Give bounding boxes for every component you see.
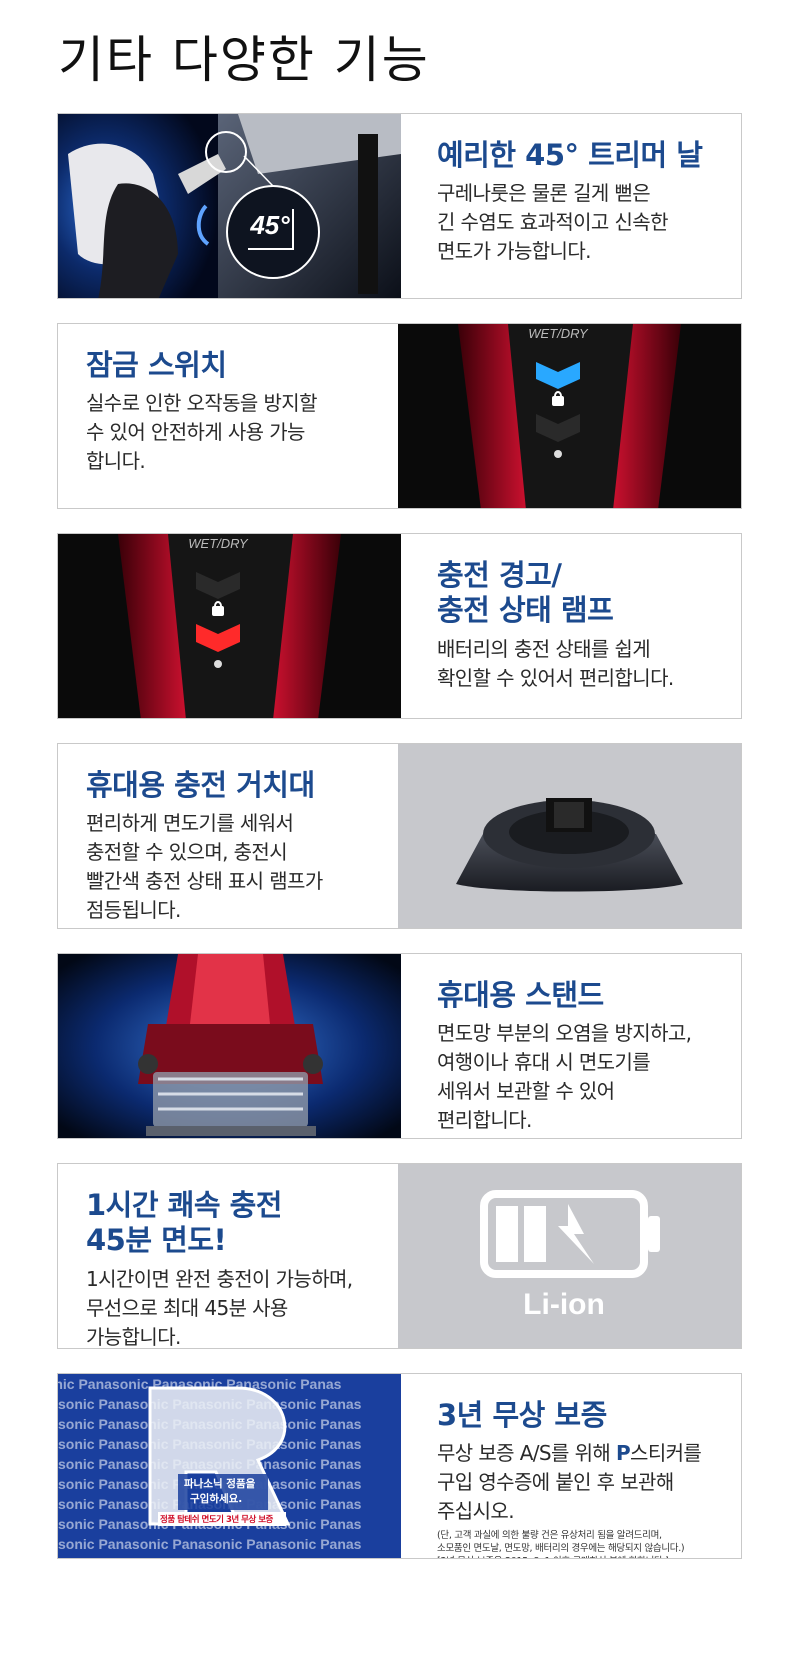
feature-heading: 휴대용 충전 거치대 bbox=[86, 768, 315, 802]
feature-card-trimmer: 45° 예리한 45° 트리머 날 구레나룻은 물론 길게 뻗은 긴 수염도 효… bbox=[57, 113, 742, 299]
feature-text: 휴대용 스탠드 면도망 부분의 오염을 방지하고, 여행이나 휴대 시 면도기를… bbox=[411, 954, 741, 1138]
description-before: 무상 보증 A/S를 위해 bbox=[437, 1441, 616, 1466]
feature-card-charge-lamp: WET/DRY 충전 경고/ 충전 상태 램프 배터리의 충전 상태를 쉽게 확… bbox=[57, 533, 742, 719]
feature-card-travel-stand: 휴대용 스탠드 면도망 부분의 오염을 방지하고, 여행이나 휴대 시 면도기를… bbox=[57, 953, 742, 1139]
warranty-fine-print: (단, 고객 과실에 의한 불량 건은 유상처리 됨을 알려드리며, 소모품인 … bbox=[437, 1530, 685, 1558]
feature-description: 구레나룻은 물론 길게 뻗은 긴 수염도 효과적이고 신속한 면도가 가능합니다… bbox=[437, 181, 668, 264]
battery-image: Li-ion bbox=[398, 1164, 741, 1348]
charging-stand-image bbox=[398, 744, 741, 928]
wet-dry-label: WET/DRY bbox=[528, 326, 589, 341]
feature-description: 배터리의 충전 상태를 쉽게 확인할 수 있어서 편리합니다. bbox=[437, 636, 674, 690]
feature-text: 1시간 쾌속 충전 45분 면도! 1시간이면 완전 충전이 가능하며, 무선으… bbox=[58, 1164, 388, 1348]
feature-text: 3년 무상 보증 무상 보증 A/S를 위해 P스티커를 구입 영수증에 붙인 … bbox=[411, 1374, 741, 1558]
p-sticker-mark: P bbox=[615, 1441, 631, 1466]
angle-label: 45° bbox=[249, 210, 290, 240]
sticker-line2: 구입하세요. bbox=[190, 1493, 243, 1505]
feature-card-lock-switch: 잠금 스위치 실수로 인한 오작동을 방지할 수 있어 안전하게 사용 가능 합… bbox=[57, 323, 742, 509]
lock-switch-image: WET/DRY bbox=[398, 324, 741, 508]
feature-heading: 1시간 쾌속 충전 45분 면도! bbox=[86, 1188, 282, 1258]
feature-description: 실수로 인한 오작동을 방지할 수 있어 안전하게 사용 가능 합니다. bbox=[86, 391, 317, 474]
feature-card-fast-charge: 1시간 쾌속 충전 45분 면도! 1시간이면 완전 충전이 가능하며, 무선으… bbox=[57, 1163, 742, 1349]
sticker-banner: 정품 탐테쉬 면도기 3년 무상 보증 bbox=[160, 1515, 273, 1525]
feature-heading: 충전 경고/ 충전 상태 램프 bbox=[437, 558, 614, 628]
feature-heading: 잠금 스위치 bbox=[86, 348, 227, 382]
feature-card-warranty: sonic Panasonic Panasonic Panasonic Pana… bbox=[57, 1373, 742, 1559]
trimmer-image: 45° bbox=[58, 114, 401, 298]
feature-description: 1시간이면 완전 충전이 가능하며, 무선으로 최대 45분 사용 가능합니다. bbox=[86, 1266, 353, 1349]
travel-stand-image bbox=[58, 954, 401, 1138]
charge-lamp-image: WET/DRY bbox=[58, 534, 401, 718]
warranty-image: sonic Panasonic Panasonic Panasonic Pana… bbox=[58, 1374, 401, 1558]
feature-card-charging-stand: 휴대용 충전 거치대 편리하게 면도기를 세워서 충전할 수 있으며, 충전시 … bbox=[57, 743, 742, 929]
li-ion-label: Li-ion bbox=[523, 1288, 605, 1321]
sticker-line1: 파나소닉 정품을 bbox=[184, 1478, 256, 1490]
feature-heading: 휴대용 스탠드 bbox=[437, 978, 604, 1012]
feature-heading: 3년 무상 보증 bbox=[437, 1398, 607, 1432]
feature-text: 예리한 45° 트리머 날 구레나룻은 물론 길게 뻗은 긴 수염도 효과적이고… bbox=[411, 114, 741, 298]
feature-description: 무상 보증 A/S를 위해 P스티커를 구입 영수증에 붙인 후 보관해 주십시… bbox=[437, 1439, 741, 1526]
feature-description: 편리하게 면도기를 세워서 충전할 수 있으며, 충전시 빨간색 충전 상태 표… bbox=[86, 811, 323, 923]
feature-text: 잠금 스위치 실수로 인한 오작동을 방지할 수 있어 안전하게 사용 가능 합… bbox=[58, 324, 388, 508]
feature-description: 면도망 부분의 오염을 방지하고, 여행이나 휴대 시 면도기를 세워서 보관할… bbox=[437, 1021, 692, 1133]
wet-dry-label: WET/DRY bbox=[188, 536, 249, 551]
feature-text: 휴대용 충전 거치대 편리하게 면도기를 세워서 충전할 수 있으며, 충전시 … bbox=[58, 744, 388, 928]
page-title: 기타 다양한 기능 bbox=[58, 31, 430, 89]
feature-text: 충전 경고/ 충전 상태 램프 배터리의 충전 상태를 쉽게 확인할 수 있어서… bbox=[411, 534, 741, 718]
feature-heading: 예리한 45° 트리머 날 bbox=[437, 138, 703, 172]
